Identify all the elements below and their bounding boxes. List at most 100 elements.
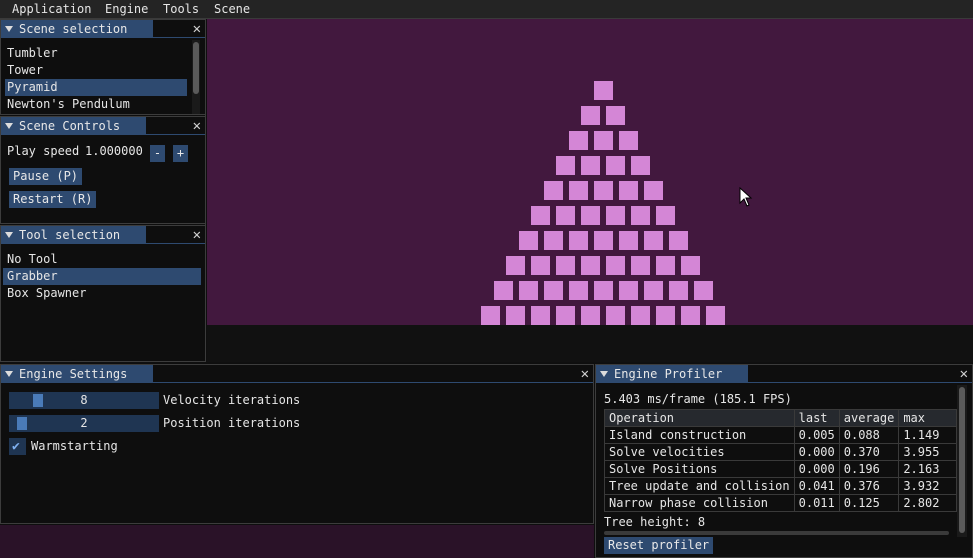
tool-item-no-tool[interactable]: No Tool bbox=[7, 252, 58, 266]
pyramid-box[interactable] bbox=[681, 306, 700, 325]
scrollbar-thumb[interactable] bbox=[193, 42, 199, 94]
panel-tab[interactable]: Scene selection bbox=[1, 20, 153, 38]
pyramid-box[interactable] bbox=[593, 231, 613, 250]
pyramid-box[interactable] bbox=[543, 231, 563, 250]
horizontal-scrollbar[interactable] bbox=[604, 531, 949, 535]
pyramid-box[interactable] bbox=[618, 281, 638, 300]
pyramid-box[interactable] bbox=[518, 231, 538, 250]
menu-engine[interactable]: Engine bbox=[105, 2, 148, 16]
panel-tab[interactable]: Engine Settings bbox=[1, 365, 153, 383]
pyramid-box[interactable] bbox=[581, 206, 600, 225]
collapse-triangle-icon[interactable] bbox=[5, 371, 13, 377]
close-icon[interactable]: ✕ bbox=[193, 20, 201, 38]
scene-item-tumbler[interactable]: Tumbler bbox=[7, 46, 58, 60]
pyramid-box[interactable] bbox=[593, 181, 613, 200]
scene-item-pyramid[interactable]: Pyramid bbox=[7, 80, 58, 94]
pyramid-box[interactable] bbox=[581, 156, 600, 175]
menu-tools[interactable]: Tools bbox=[163, 2, 199, 16]
pyramid-box[interactable] bbox=[568, 131, 588, 150]
table-cell: 0.370 bbox=[838, 443, 900, 461]
increase-speed-button[interactable]: + bbox=[173, 145, 188, 162]
pyramid-box[interactable] bbox=[556, 156, 575, 175]
pyramid-box[interactable] bbox=[568, 231, 588, 250]
pyramid-box[interactable] bbox=[606, 306, 625, 325]
scrollbar-thumb[interactable] bbox=[959, 387, 965, 533]
pyramid-box[interactable] bbox=[568, 181, 588, 200]
pyramid-box[interactable] bbox=[531, 306, 550, 325]
pyramid-box[interactable] bbox=[593, 131, 613, 150]
pyramid-box[interactable] bbox=[631, 156, 650, 175]
pyramid-box[interactable] bbox=[618, 181, 638, 200]
pyramid-box[interactable] bbox=[656, 256, 675, 275]
pyramid-box[interactable] bbox=[556, 306, 575, 325]
pyramid-box[interactable] bbox=[668, 281, 688, 300]
scene-item-newtons-pendulum[interactable]: Newton's Pendulum bbox=[7, 97, 130, 111]
pyramid-box[interactable] bbox=[556, 256, 575, 275]
reset-profiler-button[interactable]: Reset profiler bbox=[604, 537, 714, 554]
pyramid-box[interactable] bbox=[556, 206, 575, 225]
pyramid-box[interactable] bbox=[581, 106, 600, 125]
table-cell: 2.802 bbox=[898, 494, 958, 512]
pyramid-box[interactable] bbox=[493, 281, 513, 300]
collapse-triangle-icon[interactable] bbox=[5, 123, 13, 129]
close-icon[interactable]: ✕ bbox=[193, 117, 201, 135]
velocity-iterations-slider[interactable]: 8 bbox=[9, 392, 159, 409]
panel-title: Engine Profiler bbox=[614, 367, 723, 381]
pyramid-box[interactable] bbox=[531, 206, 550, 225]
pyramid-box[interactable] bbox=[631, 306, 650, 325]
pyramid-box[interactable] bbox=[506, 306, 525, 325]
pyramid-box[interactable] bbox=[656, 306, 675, 325]
restart-button[interactable]: Restart (R) bbox=[9, 191, 97, 208]
pyramid-box[interactable] bbox=[643, 231, 663, 250]
pyramid-box[interactable] bbox=[668, 231, 688, 250]
panel-tab[interactable]: Tool selection bbox=[1, 226, 146, 244]
pyramid-box[interactable] bbox=[606, 106, 625, 125]
pyramid-box[interactable] bbox=[706, 306, 725, 325]
checkmark-icon: ✔ bbox=[12, 439, 20, 454]
pyramid-box[interactable] bbox=[568, 281, 588, 300]
pyramid-box[interactable] bbox=[618, 131, 638, 150]
pyramid-box[interactable] bbox=[618, 231, 638, 250]
pyramid-box[interactable] bbox=[606, 206, 625, 225]
pyramid-box[interactable] bbox=[631, 256, 650, 275]
close-icon[interactable]: ✕ bbox=[581, 365, 589, 383]
pyramid-box[interactable] bbox=[543, 181, 563, 200]
pyramid-box[interactable] bbox=[606, 256, 625, 275]
panel-titlebar: Engine Profiler ✕ bbox=[596, 365, 972, 383]
position-iterations-slider[interactable]: 2 bbox=[9, 415, 159, 432]
pause-button[interactable]: Pause (P) bbox=[9, 168, 83, 185]
pyramid-box[interactable] bbox=[481, 306, 500, 325]
menu-application[interactable]: Application bbox=[12, 2, 91, 16]
tool-item-box-spawner[interactable]: Box Spawner bbox=[7, 286, 86, 300]
pyramid-box[interactable] bbox=[631, 206, 650, 225]
scrollbar[interactable] bbox=[192, 40, 200, 114]
warmstarting-checkbox[interactable]: ✔ bbox=[9, 438, 26, 455]
panel-tab[interactable]: Engine Profiler bbox=[596, 365, 748, 383]
pyramid-box[interactable] bbox=[531, 256, 550, 275]
tool-item-grabber[interactable]: Grabber bbox=[7, 269, 58, 283]
pyramid-box[interactable] bbox=[606, 156, 625, 175]
panel-tab[interactable]: Scene Controls bbox=[1, 117, 146, 135]
pyramid-box[interactable] bbox=[506, 256, 525, 275]
scrollbar[interactable] bbox=[957, 385, 967, 537]
scene-item-tower[interactable]: Tower bbox=[7, 63, 43, 77]
menu-scene[interactable]: Scene bbox=[214, 2, 250, 16]
pyramid-box[interactable] bbox=[656, 206, 675, 225]
pyramid-box[interactable] bbox=[593, 81, 613, 100]
collapse-triangle-icon[interactable] bbox=[5, 232, 13, 238]
close-icon[interactable]: ✕ bbox=[193, 226, 201, 244]
collapse-triangle-icon[interactable] bbox=[600, 371, 608, 377]
pyramid-box[interactable] bbox=[693, 281, 713, 300]
decrease-speed-button[interactable]: - bbox=[150, 145, 165, 162]
pyramid-box[interactable] bbox=[643, 181, 663, 200]
pyramid-box[interactable] bbox=[581, 306, 600, 325]
pyramid-box[interactable] bbox=[681, 256, 700, 275]
pyramid-box[interactable] bbox=[543, 281, 563, 300]
collapse-triangle-icon[interactable] bbox=[5, 26, 13, 32]
pyramid-box[interactable] bbox=[643, 281, 663, 300]
table-row: Narrow phase collision 0.011 0.125 2.802 bbox=[604, 494, 958, 512]
pyramid-box[interactable] bbox=[593, 281, 613, 300]
close-icon[interactable]: ✕ bbox=[960, 365, 968, 383]
pyramid-box[interactable] bbox=[518, 281, 538, 300]
pyramid-box[interactable] bbox=[581, 256, 600, 275]
